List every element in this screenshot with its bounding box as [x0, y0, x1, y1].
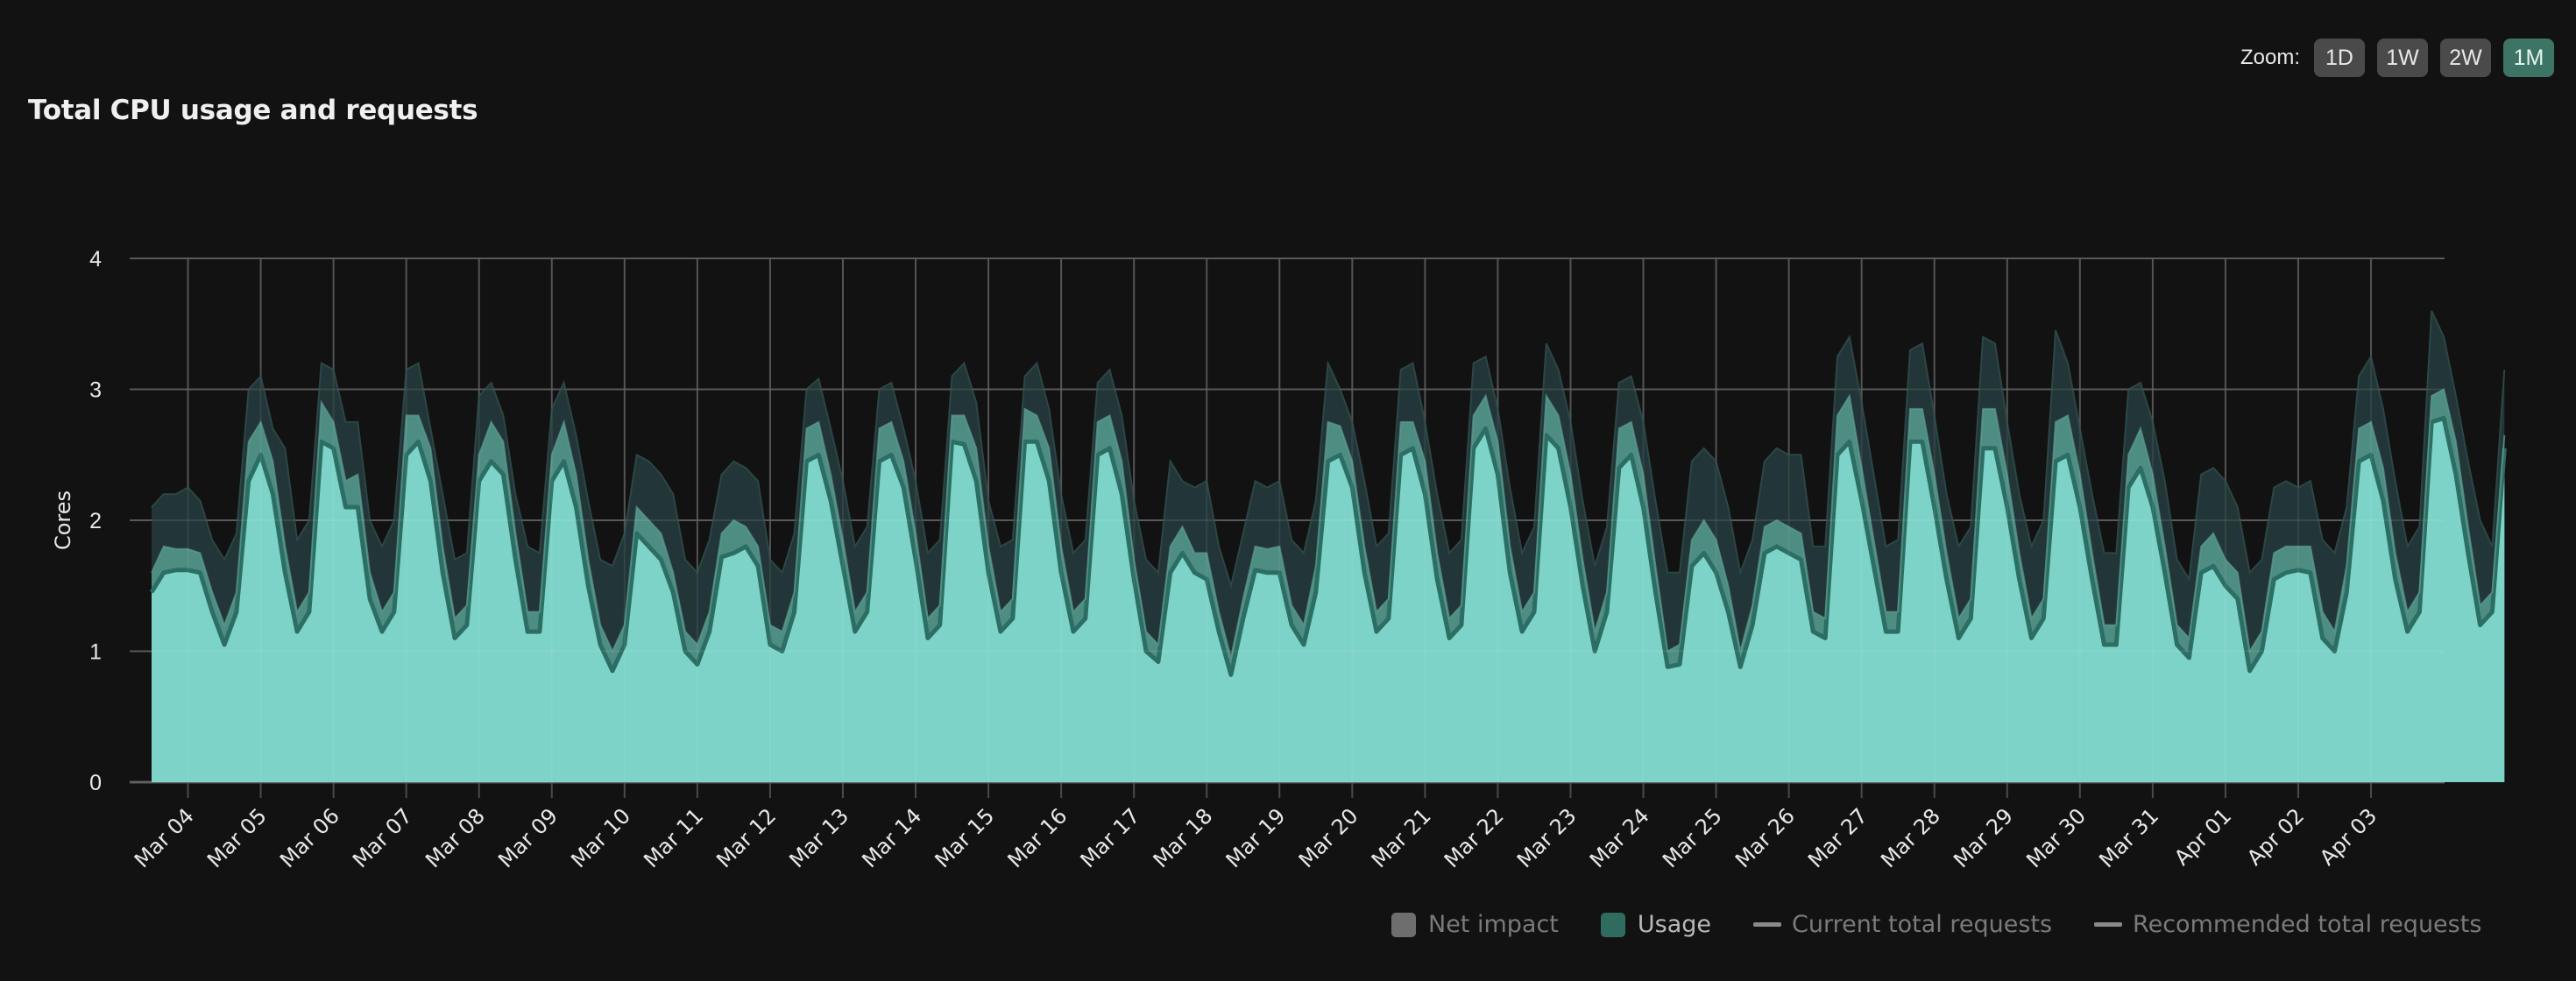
x-tick-label: Mar 29	[1949, 803, 2018, 872]
x-tick-label: Mar 28	[1876, 803, 1945, 872]
x-tick-label: Apr 03	[2315, 803, 2381, 870]
x-tick-label: Mar 14	[857, 803, 926, 872]
x-tick-label: Mar 16	[1003, 803, 1072, 872]
legend-label: Usage	[1637, 911, 1712, 938]
x-tick-label: Mar 09	[493, 803, 563, 872]
x-tick-label: Mar 05	[202, 803, 272, 872]
x-tick-label: Mar 15	[931, 803, 1000, 872]
series-areas	[149, 310, 2507, 782]
current-requests-line-icon	[1753, 922, 1782, 927]
x-tick-label: Mar 08	[421, 803, 490, 872]
x-tick-label: Mar 07	[348, 803, 417, 872]
x-tick-label: Mar 30	[2021, 803, 2091, 872]
y-axis-label: Cores	[51, 490, 75, 550]
x-tick-label: Mar 11	[639, 803, 708, 872]
legend-label: Recommended total requests	[2133, 911, 2482, 938]
x-tick-label: Mar 20	[1294, 803, 1363, 872]
x-tick-label: Mar 25	[1658, 803, 1727, 872]
legend-item-usage[interactable]: Usage	[1600, 911, 1712, 938]
net-impact-swatch-icon	[1391, 912, 1416, 937]
y-tick-label: 4	[89, 247, 102, 272]
x-tick-label: Mar 17	[1076, 803, 1145, 872]
cpu-usage-chart: Cores 01234Mar 04 Mar 05 Mar 06 Mar 07 Mar 0…	[51, 247, 2507, 872]
y-tick-label: 1	[89, 640, 102, 665]
x-tick-label: Mar 26	[1730, 803, 1800, 872]
y-tick-label: 3	[89, 378, 102, 403]
x-tick-label: Mar 13	[784, 803, 853, 872]
x-tick-label: Mar 31	[2094, 803, 2163, 872]
x-tick-label: Mar 21	[1367, 803, 1436, 872]
y-tick-label: 2	[89, 509, 102, 533]
x-tick-label: Mar 04	[130, 803, 199, 872]
x-tick-label: Mar 18	[1149, 803, 1218, 872]
x-tick-label: Mar 27	[1803, 803, 1872, 872]
x-tick-label: Mar 12	[711, 803, 781, 872]
x-tick-label: Mar 06	[275, 803, 344, 872]
x-tick-label: Apr 01	[2169, 803, 2236, 870]
x-tick-label: Mar 19	[1221, 803, 1291, 872]
legend-label: Current total requests	[1792, 911, 2053, 938]
x-tick-label: Mar 22	[1440, 803, 1509, 872]
x-tick-label: Apr 02	[2242, 803, 2309, 870]
legend: Net impact Usage Current total requests …	[1391, 911, 2481, 938]
x-tick-label: Mar 23	[1512, 803, 1582, 872]
x-tick-label: Mar 10	[566, 803, 635, 872]
x-tick-label: Mar 24	[1585, 803, 1654, 872]
legend-label: Net impact	[1428, 911, 1559, 938]
legend-item-recommended-requests[interactable]: Recommended total requests	[2094, 911, 2481, 938]
usage-swatch-icon	[1600, 912, 1625, 937]
legend-item-current-requests[interactable]: Current total requests	[1753, 911, 2052, 938]
y-tick-label: 0	[89, 771, 102, 795]
recommended-requests-line-icon	[2094, 922, 2123, 927]
legend-item-net-impact[interactable]: Net impact	[1391, 911, 1559, 938]
